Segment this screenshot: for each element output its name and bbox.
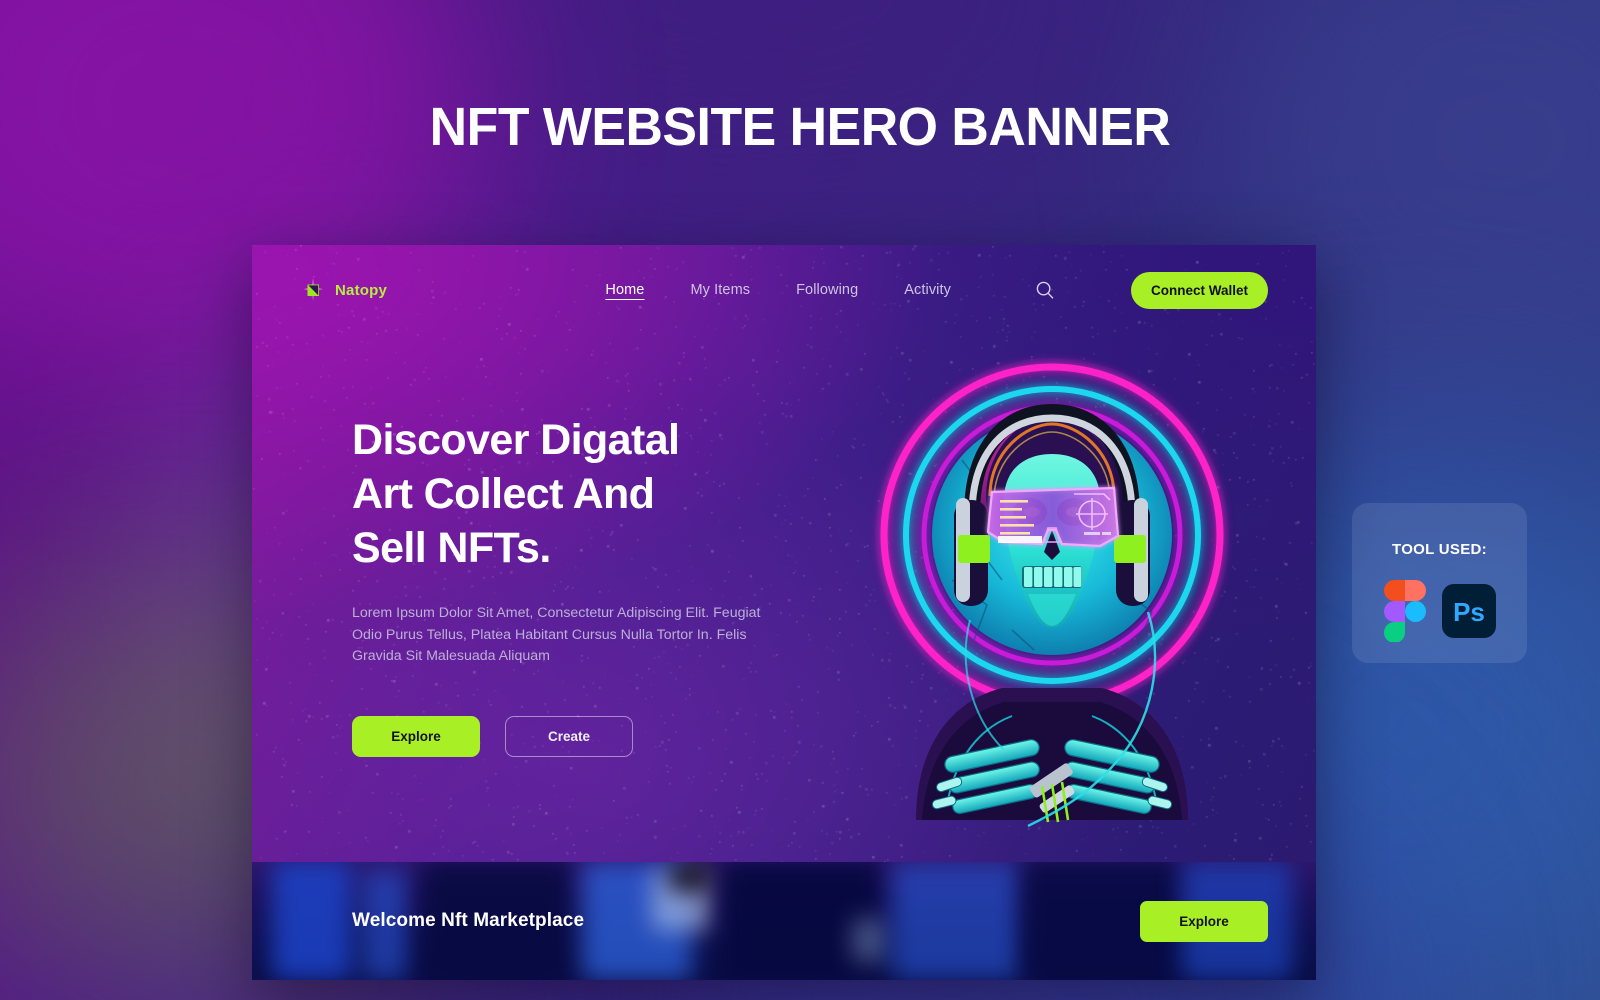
- nav-link-home[interactable]: Home: [605, 282, 644, 298]
- hero-nav-links: Home My Items Following Activity Connect…: [605, 271, 1268, 309]
- strip-title: Welcome Nft Marketplace: [352, 910, 585, 931]
- search-icon[interactable]: [1035, 280, 1055, 300]
- photoshop-icon: Ps: [1441, 584, 1496, 643]
- page-title: NFT WEBSITE HERO BANNER: [429, 97, 1171, 157]
- strip-content: Welcome Nft Marketplace Explore: [252, 862, 1316, 980]
- hero-heading: Discover Digatal Art Collect And Sell NF…: [352, 416, 680, 572]
- nav-link-following[interactable]: Following: [796, 282, 858, 298]
- hero-banner-card: Natopy Home My Items Following Activity …: [252, 245, 1316, 980]
- tool-used-label: TOOL USED:: [1392, 541, 1487, 558]
- create-button[interactable]: Create: [505, 715, 633, 757]
- tool-icon-list: Ps: [1383, 580, 1496, 647]
- explore-button[interactable]: Explore: [352, 715, 480, 757]
- natopy-diamond-sparkle-icon: [300, 277, 326, 303]
- hero-action-buttons: Explore Create: [352, 715, 822, 757]
- hero-subtext: Lorem Ipsum Dolor Sit Amet, Consectetur …: [352, 605, 761, 664]
- brand-name: Natopy: [335, 281, 388, 299]
- figma-icon: [1383, 580, 1426, 647]
- neon-cyberpunk-skull-nft-artwork: [852, 350, 1252, 830]
- connect-wallet-button[interactable]: Connect Wallet: [1130, 271, 1268, 309]
- hero-copy-block: Discover Digatal Art Collect And Sell NF…: [352, 413, 822, 757]
- hero-navbar: Natopy Home My Items Following Activity …: [252, 245, 1316, 335]
- strip-explore-button[interactable]: Explore: [1140, 900, 1268, 942]
- brand-logo[interactable]: Natopy: [300, 277, 387, 303]
- nav-link-activity[interactable]: Activity: [904, 282, 951, 298]
- nav-link-my-items[interactable]: My Items: [690, 282, 750, 298]
- tool-used-panel: TOOL USED: Ps: [1352, 503, 1527, 663]
- photoshop-glyph: Ps: [1453, 597, 1485, 627]
- hero-bottom-strip: Welcome Nft Marketplace Explore: [252, 862, 1316, 980]
